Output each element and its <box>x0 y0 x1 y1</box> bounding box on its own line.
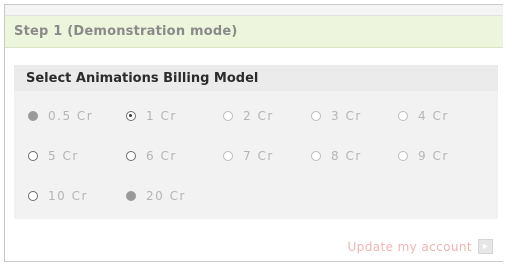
option-8-cr[interactable]: 8 Cr <box>311 149 362 163</box>
option-label: 10 Cr <box>48 189 88 203</box>
option-label: 2 Cr <box>243 109 274 123</box>
option-label: 1 Cr <box>146 109 177 123</box>
option-label: 9 Cr <box>418 149 449 163</box>
top-bar <box>5 5 503 16</box>
option-6-cr[interactable]: 6 Cr <box>126 149 177 163</box>
radio-icon[interactable] <box>223 111 233 121</box>
option-label: 7 Cr <box>243 149 274 163</box>
option-7-cr[interactable]: 7 Cr <box>223 149 274 163</box>
radio-icon[interactable] <box>223 151 233 161</box>
radio-icon[interactable] <box>126 191 136 201</box>
option-label: 0.5 Cr <box>48 109 94 123</box>
radio-icon[interactable] <box>398 111 408 121</box>
billing-model-box: Select Animations Billing Model 0.5 Cr 1… <box>14 65 498 219</box>
option-label: 6 Cr <box>146 149 177 163</box>
update-account-link[interactable]: Update my account ▸ <box>347 239 493 254</box>
option-9-cr[interactable]: 9 Cr <box>398 149 449 163</box>
radio-icon[interactable] <box>28 151 38 161</box>
option-1-cr[interactable]: 1 Cr <box>126 109 177 123</box>
option-0-5-cr[interactable]: 0.5 Cr <box>28 109 93 123</box>
option-10-cr[interactable]: 10 Cr <box>28 189 88 203</box>
option-label: 8 Cr <box>331 149 362 163</box>
radio-icon[interactable] <box>311 111 321 121</box>
option-label: 20 Cr <box>146 189 186 203</box>
option-5-cr[interactable]: 5 Cr <box>28 149 79 163</box>
option-2-cr[interactable]: 2 Cr <box>223 109 274 123</box>
arrow-right-icon[interactable]: ▸ <box>478 239 493 254</box>
radio-icon[interactable] <box>398 151 408 161</box>
step-panel: Step 1 (Demonstration mode) Select Anima… <box>4 4 503 262</box>
radio-icon[interactable] <box>28 111 38 121</box>
step-header: Step 1 (Demonstration mode) <box>5 16 503 48</box>
radio-icon[interactable] <box>311 151 321 161</box>
step-title: Step 1 (Demonstration mode) <box>14 24 238 39</box>
option-4-cr[interactable]: 4 Cr <box>398 109 449 123</box>
option-label: 3 Cr <box>331 109 362 123</box>
option-3-cr[interactable]: 3 Cr <box>311 109 362 123</box>
update-account-label: Update my account <box>347 239 472 254</box>
billing-model-title: Select Animations Billing Model <box>14 65 498 91</box>
option-20-cr[interactable]: 20 Cr <box>126 189 186 203</box>
option-label: 5 Cr <box>48 149 79 163</box>
option-label: 4 Cr <box>418 109 449 123</box>
radio-icon[interactable] <box>28 191 38 201</box>
radio-icon[interactable] <box>126 151 136 161</box>
radio-icon[interactable] <box>126 111 136 121</box>
